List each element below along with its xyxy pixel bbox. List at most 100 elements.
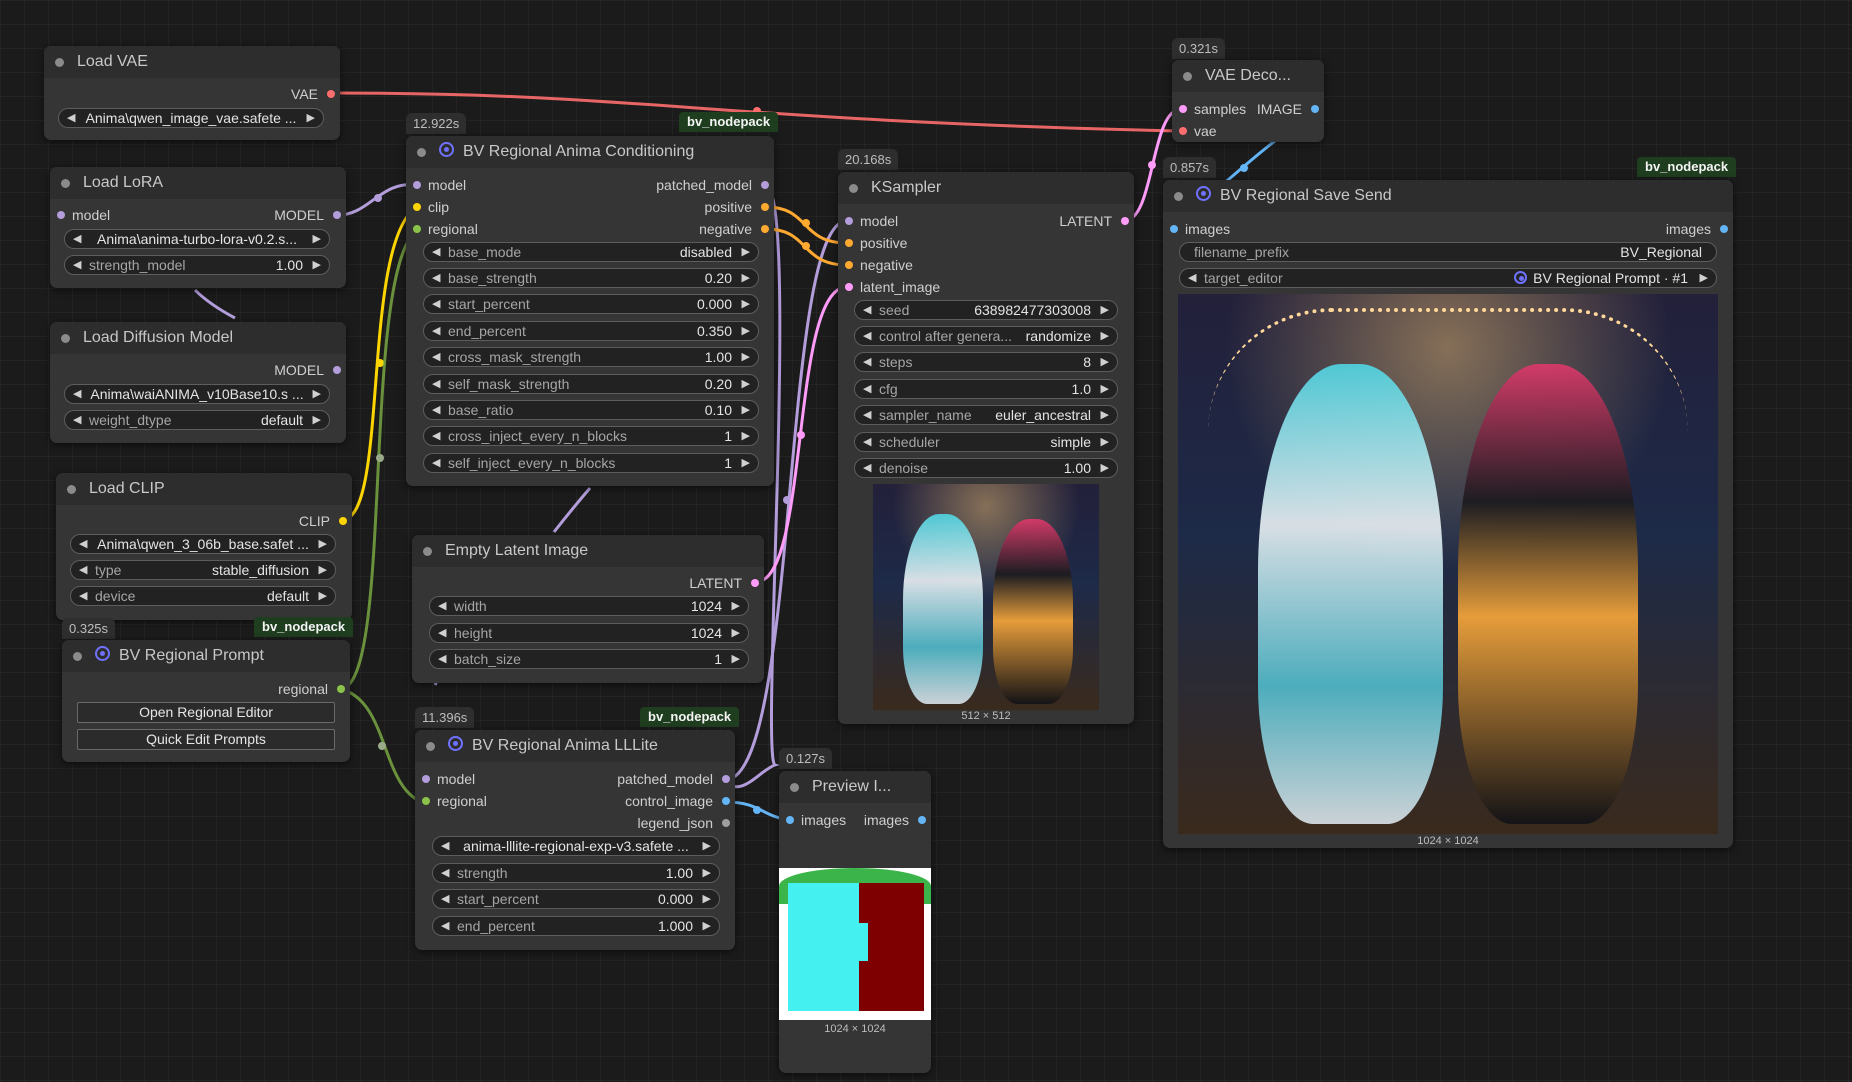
sampler-name-combo[interactable]: ◀ sampler_name euler_ancestral ▶ xyxy=(854,405,1118,425)
bv-regional-prompt-node[interactable]: BV Regional Prompt regional Open Regiona… xyxy=(62,640,350,762)
node-title[interactable]: Load Diffusion Model xyxy=(50,322,346,354)
collapse-dot-icon[interactable] xyxy=(61,334,70,343)
input-positive-slot[interactable] xyxy=(845,239,853,247)
output-patched-model-slot[interactable] xyxy=(722,775,730,783)
output-images-slot[interactable] xyxy=(918,816,926,824)
cross-inject-widget[interactable]: ◀ cross_inject_every_n_blocks 1 ▶ xyxy=(423,426,759,446)
arrow-right-icon[interactable]: ▶ xyxy=(1700,269,1708,287)
arrow-right-icon[interactable]: ▶ xyxy=(732,650,740,668)
input-images-slot[interactable] xyxy=(1170,225,1178,233)
vae-name-combo[interactable]: ◀ Anima\qwen_image_vae.safete ... ▶ xyxy=(58,108,324,128)
arrow-left-icon[interactable]: ◀ xyxy=(438,597,446,615)
base-strength-widget[interactable]: ◀ base_strength 0.20 ▶ xyxy=(423,268,759,288)
input-samples-slot[interactable] xyxy=(1179,105,1187,113)
arrow-left-icon[interactable]: ◀ xyxy=(863,433,871,451)
node-title[interactable]: Load VAE xyxy=(44,46,340,78)
node-title[interactable]: Load CLIP xyxy=(56,473,352,505)
self-mask-strength-widget[interactable]: ◀ self_mask_strength 0.20 ▶ xyxy=(423,374,759,394)
arrow-right-icon[interactable]: ▶ xyxy=(742,348,750,366)
start-percent-widget[interactable]: ◀ start_percent 0.000 ▶ xyxy=(423,294,759,314)
arrow-left-icon[interactable]: ◀ xyxy=(863,327,871,345)
steps-widget[interactable]: ◀ steps 8 ▶ xyxy=(854,352,1118,372)
collapse-dot-icon[interactable] xyxy=(55,58,64,67)
input-regional-slot[interactable] xyxy=(413,225,421,233)
output-image-slot[interactable] xyxy=(1311,105,1319,113)
collapse-dot-icon[interactable] xyxy=(426,742,435,751)
arrow-right-icon[interactable]: ▶ xyxy=(742,322,750,340)
arrow-right-icon[interactable]: ▶ xyxy=(313,411,321,429)
arrow-right-icon[interactable]: ▶ xyxy=(1101,433,1109,451)
arrow-left-icon[interactable]: ◀ xyxy=(432,375,440,393)
arrow-right-icon[interactable]: ▶ xyxy=(319,587,327,605)
output-patched-model-slot[interactable] xyxy=(761,181,769,189)
arrow-right-icon[interactable]: ▶ xyxy=(1101,459,1109,477)
arrow-left-icon[interactable]: ◀ xyxy=(438,624,446,642)
load-lora-node[interactable]: Load LoRA model MODEL ◀ Anima\anima-turb… xyxy=(50,167,346,288)
seed-widget[interactable]: ◀ seed 638982477303008 ▶ xyxy=(854,300,1118,320)
collapse-dot-icon[interactable] xyxy=(73,652,82,661)
output-model-slot[interactable] xyxy=(333,211,341,219)
preview-image-node[interactable]: Preview I... images images 1024 × 1024 xyxy=(779,771,931,1073)
arrow-right-icon[interactable]: ▶ xyxy=(703,837,711,855)
arrow-left-icon[interactable]: ◀ xyxy=(441,890,449,908)
strength-model-widget[interactable]: ◀ strength_model 1.00 ▶ xyxy=(64,255,330,275)
arrow-left-icon[interactable]: ◀ xyxy=(863,406,871,424)
arrow-left-icon[interactable]: ◀ xyxy=(441,837,449,855)
open-regional-editor-button[interactable]: Open Regional Editor xyxy=(77,702,335,723)
node-title[interactable]: BV Regional Anima Conditioning xyxy=(406,136,774,168)
quick-edit-prompts-button[interactable]: Quick Edit Prompts xyxy=(77,729,335,750)
arrow-left-icon[interactable]: ◀ xyxy=(441,864,449,882)
output-latent-slot[interactable] xyxy=(1121,217,1129,225)
input-model-slot[interactable] xyxy=(413,181,421,189)
arrow-left-icon[interactable]: ◀ xyxy=(73,385,81,403)
input-vae-slot[interactable] xyxy=(1179,127,1187,135)
width-widget[interactable]: ◀ width 1024 ▶ xyxy=(429,596,749,616)
arrow-left-icon[interactable]: ◀ xyxy=(73,230,81,248)
arrow-left-icon[interactable]: ◀ xyxy=(73,256,81,274)
end-percent-widget[interactable]: ◀ end_percent 1.000 ▶ xyxy=(432,916,720,936)
arrow-left-icon[interactable]: ◀ xyxy=(432,295,440,313)
node-title[interactable]: Load LoRA xyxy=(50,167,346,199)
collapse-dot-icon[interactable] xyxy=(1174,192,1183,201)
input-model-slot[interactable] xyxy=(422,775,430,783)
arrow-left-icon[interactable]: ◀ xyxy=(67,109,75,127)
clip-name-combo[interactable]: ◀ Anima\qwen_3_06b_base.safet ... ▶ xyxy=(70,534,336,554)
arrow-right-icon[interactable]: ▶ xyxy=(732,624,740,642)
arrow-right-icon[interactable]: ▶ xyxy=(1101,380,1109,398)
output-vae-slot[interactable] xyxy=(327,90,335,98)
arrow-left-icon[interactable]: ◀ xyxy=(863,353,871,371)
input-images-slot[interactable] xyxy=(786,816,794,824)
bv-regional-anima-lllite-node[interactable]: BV Regional Anima LLLite model regional … xyxy=(415,730,735,950)
clip-device-combo[interactable]: ◀ device default ▶ xyxy=(70,586,336,606)
output-clip-slot[interactable] xyxy=(339,517,347,525)
collapse-dot-icon[interactable] xyxy=(61,179,70,188)
arrow-right-icon[interactable]: ▶ xyxy=(313,385,321,403)
vae-decode-node[interactable]: VAE Deco... samples vae IMAGE xyxy=(1172,60,1324,142)
output-regional-slot[interactable] xyxy=(337,685,345,693)
input-negative-slot[interactable] xyxy=(845,261,853,269)
arrow-right-icon[interactable]: ▶ xyxy=(1101,327,1109,345)
arrow-left-icon[interactable]: ◀ xyxy=(79,535,87,553)
output-positive-slot[interactable] xyxy=(761,203,769,211)
arrow-right-icon[interactable]: ▶ xyxy=(307,109,315,127)
node-title[interactable]: KSampler xyxy=(838,172,1134,204)
arrow-right-icon[interactable]: ▶ xyxy=(742,401,750,419)
arrow-left-icon[interactable]: ◀ xyxy=(432,243,440,261)
control-after-generate-combo[interactable]: ◀ control after genera... randomize ▶ xyxy=(854,326,1118,346)
node-title[interactable]: BV Regional Prompt xyxy=(62,640,350,672)
bv-regional-anima-conditioning-node[interactable]: BV Regional Anima Conditioning model cli… xyxy=(406,136,774,486)
arrow-right-icon[interactable]: ▶ xyxy=(742,427,750,445)
collapse-dot-icon[interactable] xyxy=(67,485,76,494)
arrow-right-icon[interactable]: ▶ xyxy=(703,917,711,935)
arrow-left-icon[interactable]: ◀ xyxy=(432,454,440,472)
input-model-slot[interactable] xyxy=(845,217,853,225)
arrow-left-icon[interactable]: ◀ xyxy=(863,301,871,319)
base-mode-combo[interactable]: ◀ base_mode disabled ▶ xyxy=(423,242,759,262)
arrow-left-icon[interactable]: ◀ xyxy=(79,561,87,579)
load-clip-node[interactable]: Load CLIP CLIP ◀ Anima\qwen_3_06b_base.s… xyxy=(56,473,352,620)
target-editor-combo[interactable]: ◀ target_editor BV Regional Prompt · #1 ▶ xyxy=(1179,268,1717,288)
self-inject-widget[interactable]: ◀ self_inject_every_n_blocks 1 ▶ xyxy=(423,453,759,473)
batch-size-widget[interactable]: ◀ batch_size 1 ▶ xyxy=(429,649,749,669)
arrow-left-icon[interactable]: ◀ xyxy=(432,427,440,445)
arrow-right-icon[interactable]: ▶ xyxy=(742,375,750,393)
